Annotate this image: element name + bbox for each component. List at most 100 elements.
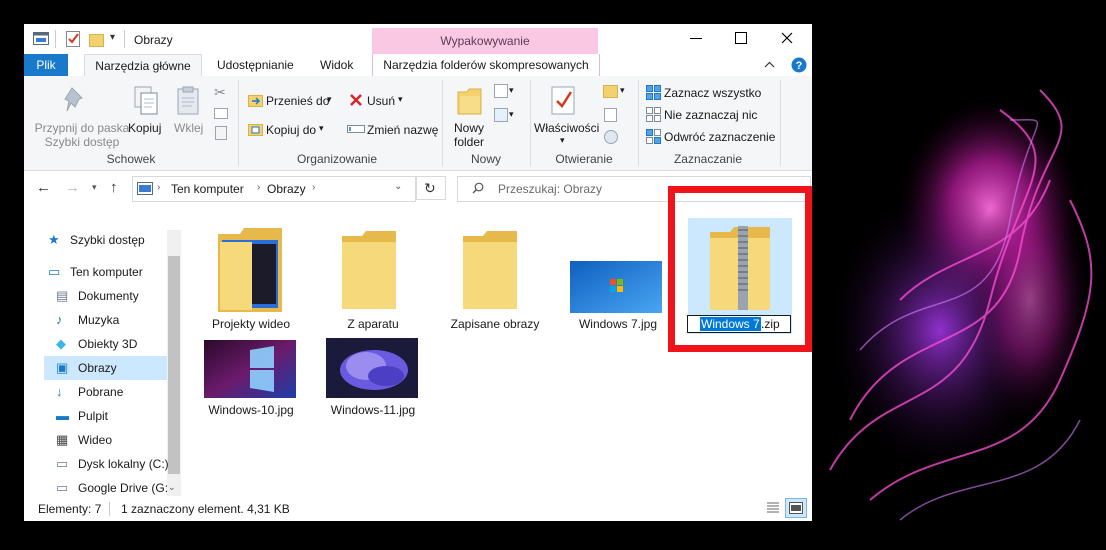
drive-icon: ▭ xyxy=(56,480,69,495)
drive-icon: ▭ xyxy=(56,456,69,471)
new-folder-quick-icon[interactable] xyxy=(89,32,104,47)
image-thumbnail-icon xyxy=(570,261,662,313)
tab-view[interactable]: Widok xyxy=(311,54,362,76)
nav-item[interactable]: ♪ Muzyka xyxy=(44,308,167,332)
breadcrumb-pictures[interactable]: Obrazy xyxy=(267,182,306,196)
large-icons-view-icon xyxy=(789,502,803,514)
nav-item[interactable]: ▭ Ten komputer xyxy=(44,260,167,284)
file-label[interactable]: Z aparatu xyxy=(318,317,428,331)
folder-video-icon xyxy=(218,228,282,312)
details-view-icon[interactable] xyxy=(765,501,781,515)
breadcrumb-chevron-icon[interactable]: › xyxy=(157,182,160,193)
invert-selection-button[interactable]: Odwróć zaznaczenie xyxy=(664,130,775,144)
rename-button[interactable]: Zmień nazwę xyxy=(367,123,438,137)
chevron-down-icon: ▾ xyxy=(560,135,565,145)
nav-item[interactable]: ▣ Obrazy xyxy=(44,356,167,380)
tab-compressed-folder-tools[interactable]: Narzędzia folderów skompresowanych xyxy=(372,54,600,76)
video-icon: ▦ xyxy=(56,432,69,447)
copy-to-button[interactable]: Kopiuj do xyxy=(266,123,316,137)
title-separator xyxy=(55,30,56,48)
open-icon[interactable] xyxy=(603,85,618,98)
nav-item[interactable]: ▬ Pulpit xyxy=(44,404,167,428)
history-icon[interactable] xyxy=(604,130,618,144)
new-folder-button[interactable]: Nowy xyxy=(454,121,484,135)
pin-quick-access-button[interactable]: Przypnij do paska xyxy=(32,121,132,135)
nav-item[interactable]: ★ Szybki dostęp xyxy=(44,228,167,252)
cube-icon: ◆ xyxy=(56,336,66,351)
help-icon[interactable]: ? xyxy=(791,57,807,73)
cut-icon[interactable]: ✂ xyxy=(214,84,226,101)
image-thumbnail-icon xyxy=(326,338,418,398)
group-label-open: Otwieranie xyxy=(555,152,613,166)
chevron-down-icon: ▾ xyxy=(509,85,514,95)
recent-locations-icon[interactable]: ▾ xyxy=(92,182,97,193)
file-label[interactable]: Zapisane obrazy xyxy=(440,317,550,331)
image-thumbnail-icon xyxy=(204,340,296,398)
tab-home[interactable]: Narzędzia główne xyxy=(84,54,202,77)
tab-share[interactable]: Udostępnianie xyxy=(208,54,303,76)
computer-icon: ▭ xyxy=(48,264,61,279)
move-to-button[interactable]: Przenieś do xyxy=(266,94,329,108)
file-label[interactable]: Windows-10.jpg xyxy=(196,403,306,417)
paste-shortcut-icon[interactable] xyxy=(215,126,227,140)
paste-button[interactable]: Wklej xyxy=(174,121,203,135)
file-label[interactable]: Windows 7.jpg xyxy=(563,317,673,331)
group-separator xyxy=(780,80,781,166)
nav-item-label: Szybki dostęp xyxy=(70,233,145,247)
nav-item-label: Google Drive (G: xyxy=(78,481,169,495)
edit-icon[interactable] xyxy=(604,108,617,122)
nav-item[interactable]: ▭ Google Drive (G: xyxy=(44,476,169,500)
ribbon-collapse-icon[interactable] xyxy=(764,60,775,70)
move-to-icon xyxy=(248,95,263,107)
forward-icon[interactable]: → xyxy=(65,179,80,196)
properties-button[interactable]: Właściwości xyxy=(534,121,599,135)
select-all-button[interactable]: Zaznacz wszystko xyxy=(664,86,761,100)
quick-access-dropdown-icon[interactable]: ▾ xyxy=(110,32,115,43)
close-icon[interactable] xyxy=(781,32,793,44)
breadcrumb-chevron-icon[interactable]: › xyxy=(312,182,315,193)
chevron-down-icon: ▾ xyxy=(509,109,514,119)
back-icon[interactable]: ← xyxy=(36,179,51,196)
tab-file[interactable]: Plik xyxy=(24,54,68,76)
scroll-down-icon[interactable]: ⌄ xyxy=(168,482,176,493)
maximize-icon[interactable] xyxy=(735,32,747,44)
breadcrumb-chevron-icon[interactable]: › xyxy=(257,182,260,193)
minimize-icon[interactable] xyxy=(690,38,702,39)
chevron-down-icon: ▾ xyxy=(620,85,625,95)
properties-quick-icon[interactable] xyxy=(66,31,81,48)
new-item-icon[interactable] xyxy=(494,84,508,98)
nav-item[interactable]: ▭ Dysk lokalny (C:) xyxy=(44,452,169,476)
breadcrumb-this-pc[interactable]: Ten komputer xyxy=(171,182,244,196)
copy-to-icon xyxy=(248,124,263,136)
chevron-down-icon: ▾ xyxy=(398,94,403,104)
nav-item[interactable]: ↓ Pobrane xyxy=(44,380,167,404)
copy-path-icon[interactable] xyxy=(214,108,228,119)
file-label[interactable]: Windows-11.jpg xyxy=(318,403,428,417)
navigation-scrollbar-thumb[interactable] xyxy=(168,256,180,474)
file-explorer-window: ▾ Obrazy Wypakowywanie Plik Narzędzia gł… xyxy=(24,24,812,521)
nav-item-label: Muzyka xyxy=(78,313,120,327)
invert-selection-icon xyxy=(646,129,661,144)
nav-item[interactable]: ◆ Obiekty 3D xyxy=(44,332,167,356)
item-count: Elementy: 7 xyxy=(38,502,102,516)
nav-item[interactable]: ▤ Dokumenty xyxy=(44,284,167,308)
file-label[interactable]: Projekty wideo xyxy=(196,317,306,331)
delete-button[interactable]: Usuń xyxy=(367,94,395,108)
pictures-icon: ▣ xyxy=(56,360,69,375)
chevron-down-icon: ▾ xyxy=(319,123,324,133)
easy-access-icon[interactable] xyxy=(494,108,508,122)
delete-icon xyxy=(350,94,362,106)
rename-icon xyxy=(347,125,365,133)
new-folder-icon xyxy=(457,88,482,115)
window-title: Obrazy xyxy=(134,33,173,47)
address-history-icon[interactable]: ⌄ xyxy=(394,181,402,192)
up-icon[interactable]: ↑ xyxy=(110,179,118,196)
nav-item-label: Wideo xyxy=(78,433,113,447)
copy-button[interactable]: Kopiuj xyxy=(128,121,161,135)
nav-item[interactable]: ▦ Wideo xyxy=(44,428,167,452)
group-label-new: Nowy xyxy=(470,152,501,166)
nav-item-label: Obiekty 3D xyxy=(78,337,138,351)
title-separator xyxy=(124,30,125,48)
select-none-button[interactable]: Nie zaznaczaj nic xyxy=(664,108,757,122)
context-group-label: Wypakowywanie xyxy=(440,34,530,48)
